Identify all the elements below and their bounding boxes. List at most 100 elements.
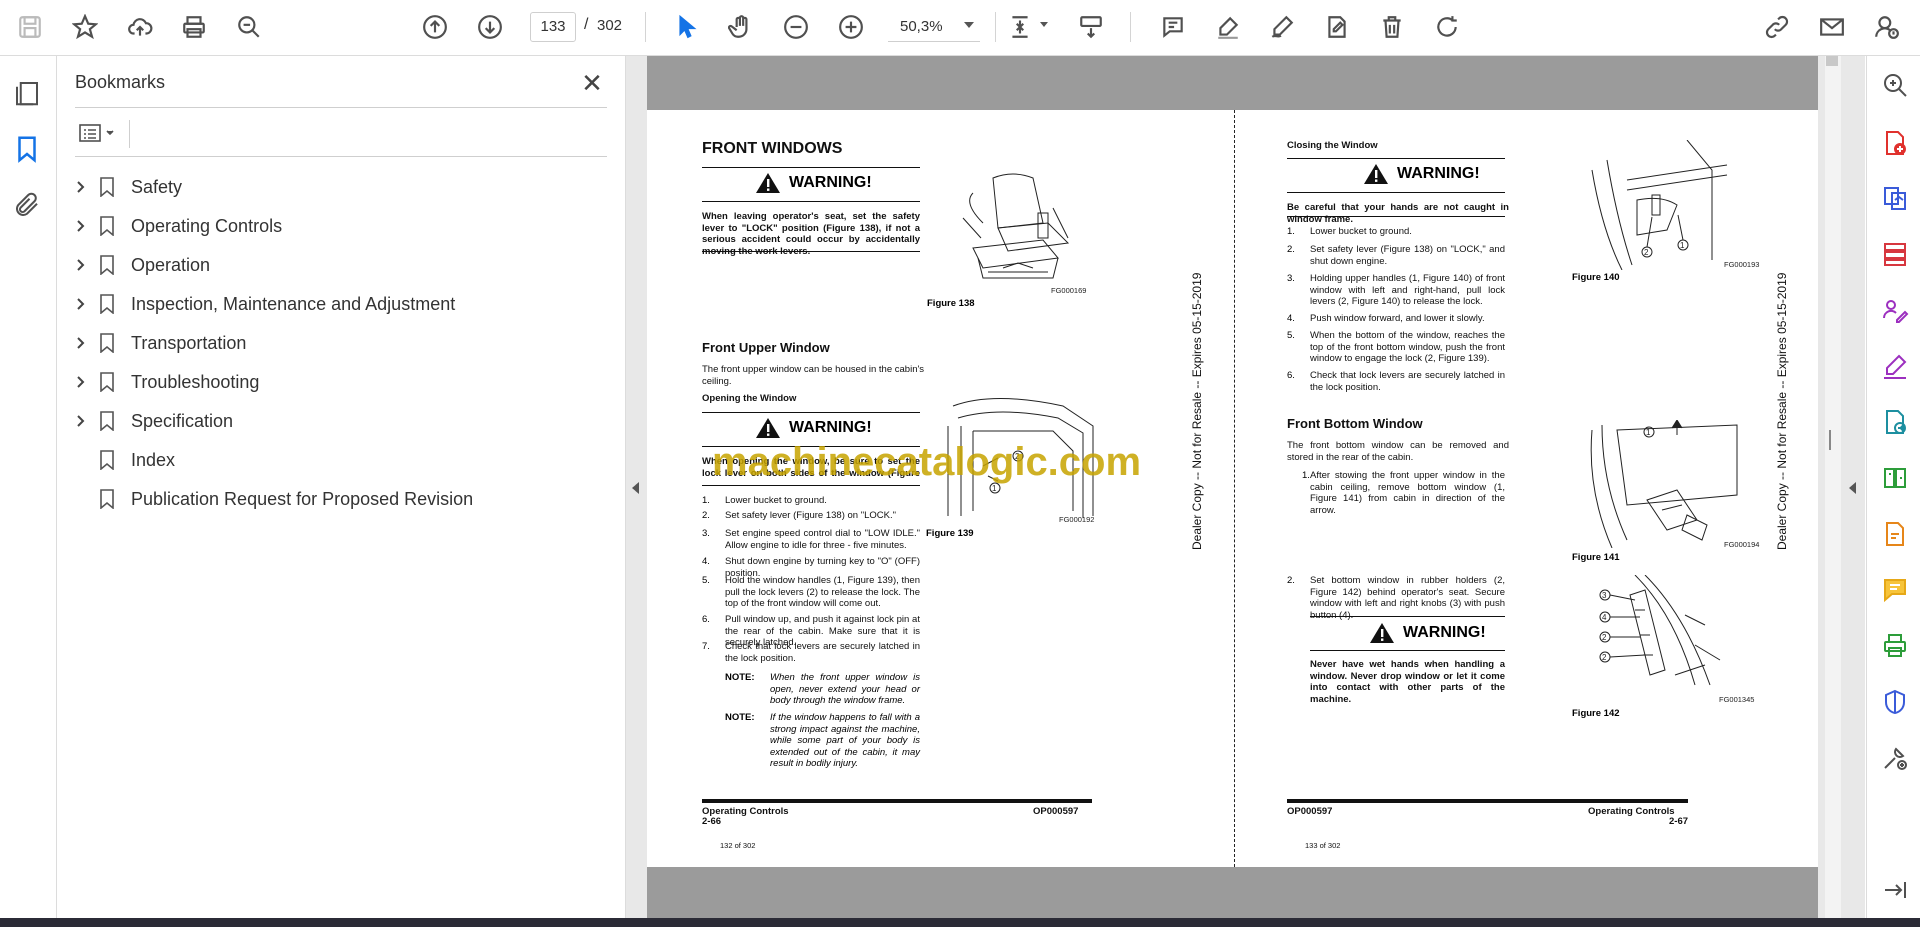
bookmark-icon (99, 372, 115, 393)
bookmarks-panel: Bookmarks ✕ Safety Operating Controls Op… (57, 56, 626, 918)
more-tools-icon[interactable] (1881, 744, 1909, 772)
print-production-icon[interactable] (1881, 632, 1909, 660)
chevron-right-icon[interactable] (71, 216, 91, 236)
bookmark-icon[interactable] (12, 134, 42, 164)
comment-tool-icon[interactable] (1881, 576, 1909, 604)
next-page-icon[interactable] (473, 10, 507, 44)
bookmark-item-publication-request[interactable]: Publication Request for Proposed Revisio… (71, 481, 611, 517)
rule (1287, 192, 1505, 193)
bookmark-item-operation[interactable]: Operation (71, 247, 611, 283)
rule (702, 485, 920, 486)
page-heading: FRONT WINDOWS (702, 140, 843, 157)
figure-code: FG001345 (1719, 695, 1755, 704)
chevron-right-icon[interactable] (71, 372, 91, 392)
step-text: Set engine speed control dial to "LOW ID… (725, 528, 920, 551)
highlight-icon[interactable] (1211, 10, 1245, 44)
warning-text: Be careful that your hands are not caugh… (1287, 202, 1509, 225)
fill-sign-icon[interactable] (1881, 352, 1909, 380)
bookmark-item-safety[interactable]: Safety (71, 169, 611, 205)
edit-text-icon[interactable] (1320, 10, 1354, 44)
comment-icon[interactable] (1156, 10, 1190, 44)
step-number: 5. (1287, 330, 1295, 341)
account-icon[interactable] (1870, 10, 1904, 44)
bookmark-item-operating-controls[interactable]: Operating Controls (71, 208, 611, 244)
scroll-mode-icon[interactable] (1074, 10, 1108, 44)
step-number: 3. (702, 528, 710, 539)
create-pdf-icon[interactable] (1881, 129, 1909, 157)
hand-tool-icon[interactable] (724, 10, 758, 44)
zoom-in-icon[interactable] (834, 10, 868, 44)
chevron-down-icon[interactable] (964, 22, 974, 28)
left-navigation-rail (0, 56, 57, 918)
compare-files-icon[interactable] (1881, 464, 1909, 492)
page-number-input[interactable]: 133 (530, 12, 576, 42)
section-heading: Front Upper Window (702, 340, 830, 355)
page-fit-icon[interactable] (1003, 10, 1037, 44)
organize-pages-icon[interactable] (1881, 240, 1909, 268)
footer-page-number: 2-66 (702, 816, 722, 827)
warning-icon (1364, 164, 1388, 184)
delete-icon[interactable] (1375, 10, 1409, 44)
scrollbar-thumb[interactable] (1826, 56, 1838, 66)
step-text: Set bottom window in rubber holders (2, … (1310, 575, 1505, 621)
bookmark-item-index[interactable]: Index (71, 442, 611, 478)
figure-138-seat-illustration (943, 168, 1093, 286)
chevron-right-icon[interactable] (71, 294, 91, 314)
warning-banner: WARNING! (755, 172, 872, 194)
chevron-right-icon[interactable] (71, 333, 91, 353)
page-gap-bottom (647, 867, 1818, 918)
bookmark-item-inspection[interactable]: Inspection, Maintenance and Adjustment (71, 286, 611, 322)
dealer-stamp: Dealer Copy -- Not for Resale -- Expires… (1775, 272, 1789, 550)
print-icon[interactable] (177, 10, 211, 44)
protect-icon[interactable] (1881, 688, 1909, 716)
request-signature-icon[interactable] (1881, 296, 1909, 324)
vertical-scrollbar[interactable] (1825, 56, 1841, 918)
draw-icon[interactable] (1265, 10, 1299, 44)
share-link-icon[interactable] (1760, 10, 1794, 44)
bookmark-options-button[interactable] (75, 118, 123, 148)
expand-panel-icon[interactable] (1881, 876, 1909, 904)
scrollbar-grip[interactable] (1829, 430, 1831, 450)
page-separator: / (584, 16, 589, 33)
cloud-upload-icon[interactable] (123, 10, 157, 44)
warning-banner: WARNING! (1363, 163, 1480, 185)
svg-text:2: 2 (1644, 248, 1649, 257)
chevron-right-icon[interactable] (71, 177, 91, 197)
close-icon[interactable]: ✕ (577, 68, 607, 98)
bookmark-label: Operating Controls (131, 215, 283, 236)
divider (129, 120, 130, 148)
footer-page-number: 2-67 (1669, 816, 1689, 827)
previous-page-icon[interactable] (418, 10, 452, 44)
attachment-icon[interactable] (12, 190, 42, 220)
rotate-icon[interactable] (1430, 10, 1464, 44)
chevron-right-icon[interactable] (71, 255, 91, 275)
step-number: 2. (1287, 244, 1295, 255)
bookmark-item-transportation[interactable]: Transportation (71, 325, 611, 361)
find-icon[interactable] (232, 10, 266, 44)
figure-label: Figure 141 (1572, 552, 1620, 563)
zoom-out-icon[interactable] (779, 10, 813, 44)
page-gap-top (647, 56, 1818, 110)
bookmark-item-specification[interactable]: Specification (71, 403, 611, 439)
bookmark-icon (99, 450, 115, 471)
collapse-left-panel-icon[interactable] (632, 482, 639, 494)
collapse-right-panel-icon[interactable] (1849, 482, 1856, 494)
chevron-down-icon[interactable] (1040, 22, 1048, 27)
edit-pdf-icon[interactable] (1881, 520, 1909, 548)
rule (702, 251, 920, 252)
export-pdf-icon[interactable] (1881, 408, 1909, 436)
combine-files-icon[interactable] (1881, 184, 1909, 212)
svg-text:3: 3 (1602, 591, 1607, 600)
chevron-right-icon[interactable] (71, 411, 91, 431)
page-thumbnails-icon[interactable] (12, 78, 42, 108)
email-icon[interactable] (1815, 10, 1849, 44)
footer-code: OP000597 (1033, 806, 1079, 817)
save-icon[interactable] (13, 10, 47, 44)
zoom-search-icon[interactable] (1881, 71, 1909, 99)
svg-text:1: 1 (992, 484, 997, 493)
bookmark-item-troubleshooting[interactable]: Troubleshooting (71, 364, 611, 400)
select-cursor-icon[interactable] (670, 10, 704, 44)
star-icon[interactable] (68, 10, 102, 44)
bookmark-label: Operation (131, 254, 211, 275)
bookmark-label: Safety (131, 176, 183, 197)
